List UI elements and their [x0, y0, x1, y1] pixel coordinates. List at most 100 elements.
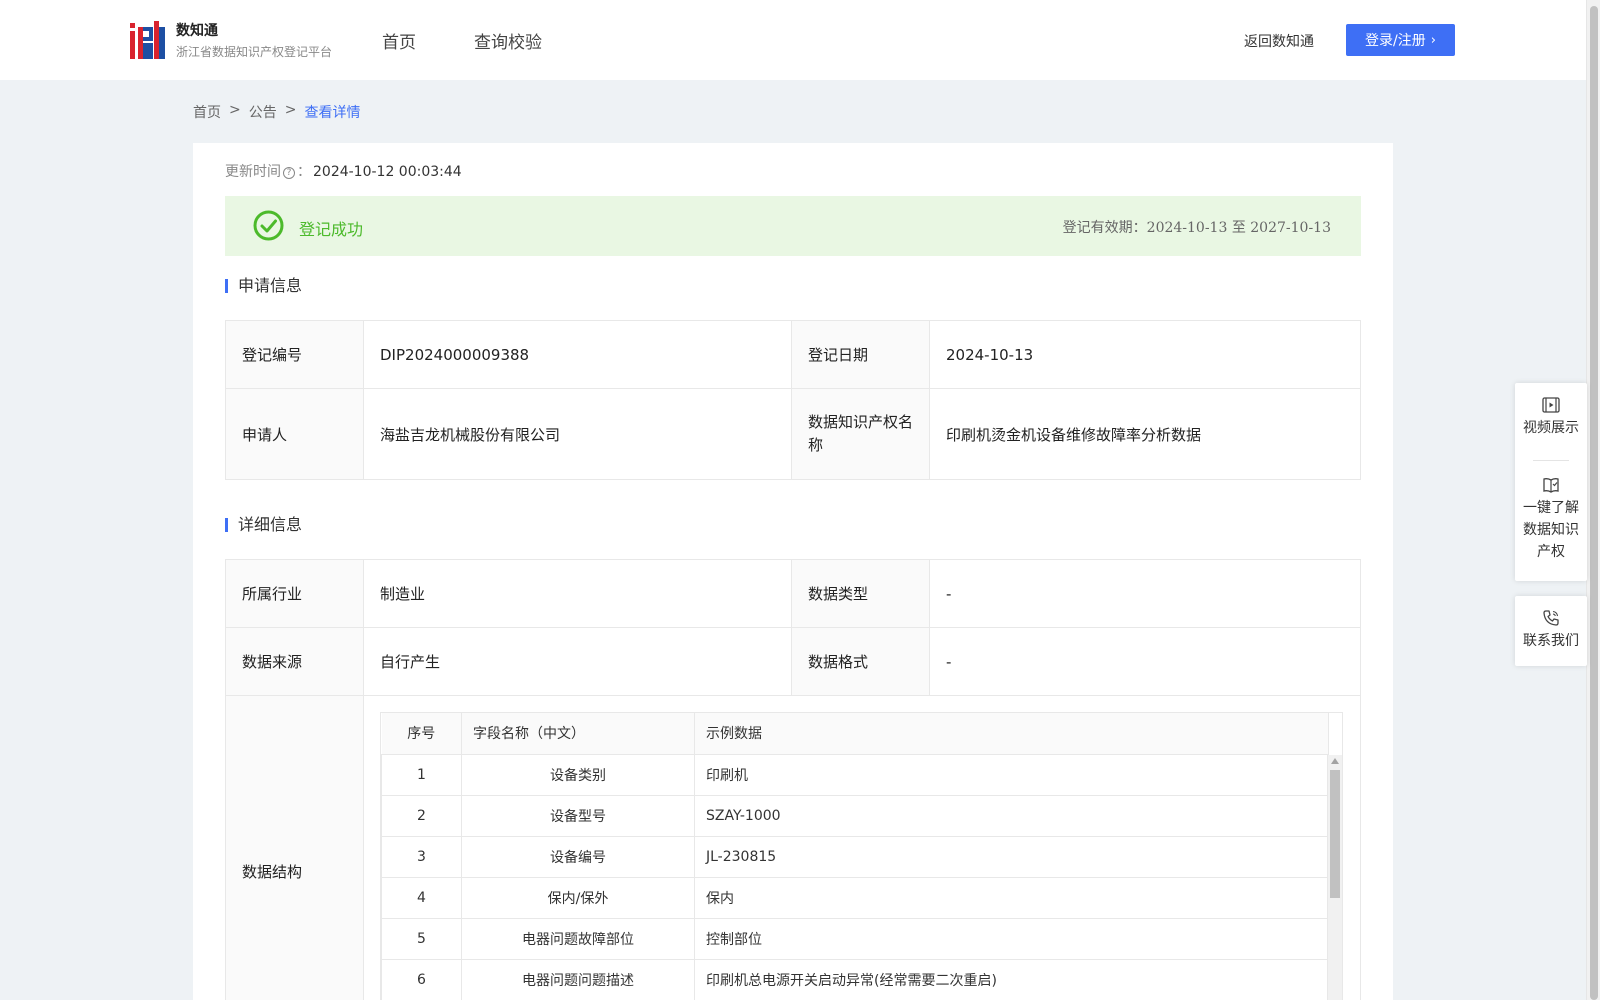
application-info-table: 登记编号 DIP2024000009388 登记日期 2024-10-13 申请…	[225, 320, 1361, 480]
row-example: 印刷机	[694, 753, 1329, 796]
row-field-name: 保内/保外	[461, 876, 695, 919]
video-icon	[1542, 397, 1560, 413]
reg-no-value: DIP2024000009388	[363, 320, 792, 389]
learn-ip-button[interactable]: 一键了解数据知识产权	[1515, 475, 1587, 563]
table-row: 登记编号 DIP2024000009388 登记日期 2024-10-13	[225, 320, 1361, 389]
book-icon	[1543, 478, 1559, 493]
row-field-name: 设备编号	[461, 835, 695, 878]
data-format-value: -	[929, 627, 1361, 696]
row-field-name: 电器问题问题描述	[461, 958, 695, 1000]
section-title-application: 申请信息	[225, 278, 302, 294]
breadcrumb-separator: >	[284, 102, 297, 118]
floating-help-panel: 视频展示 一键了解数据知识产权	[1515, 383, 1587, 581]
row-field-name: 设备类别	[461, 753, 695, 796]
breadcrumb-separator: >	[229, 102, 241, 118]
breadcrumb-current: 查看详情	[304, 105, 361, 121]
data-structure-label: 数据结构	[225, 695, 364, 1000]
structure-scrollbar-thumb[interactable]	[1330, 770, 1340, 898]
row-example: SZAY-1000	[694, 794, 1329, 837]
table-row: 3 设备编号 JL-230815	[381, 835, 1329, 878]
floating-contact-panel: 联系我们	[1515, 596, 1587, 666]
update-time-label: 更新时间	[225, 164, 281, 180]
col-header-example: 示例数据	[694, 713, 1329, 755]
row-no: 4	[381, 876, 462, 919]
check-circle-icon	[253, 210, 284, 241]
table-row: 数据来源 自行产生 数据格式 -	[225, 627, 1361, 696]
page-scrollbar-thumb[interactable]	[1590, 6, 1598, 1000]
update-time-value: 2024-10-12 00:03:44	[313, 164, 462, 180]
col-header-field-name: 字段名称（中文）	[461, 713, 695, 755]
breadcrumb-home[interactable]: 首页	[193, 102, 221, 122]
scroll-up-arrow-icon[interactable]	[1331, 758, 1339, 764]
nav-query-verify[interactable]: 查询校验	[474, 28, 542, 53]
detail-info-table: 所属行业 制造业 数据类型 - 数据来源 自行产生 数据格式 - 数据结构 序号…	[225, 559, 1361, 1000]
ip-name-label: 数据知识产权名称	[791, 388, 930, 480]
table-row: 所属行业 制造业 数据类型 -	[225, 559, 1361, 628]
update-time-colon: ：	[297, 164, 311, 180]
validity-dates: 2024-10-13 至 2027-10-13	[1146, 220, 1331, 236]
chevron-right-icon: ›	[1430, 32, 1436, 48]
structure-table-container[interactable]: 序号 字段名称（中文） 示例数据 1 设备类别 印刷机 2 设备型号 SZAY-…	[380, 712, 1343, 1000]
breadcrumb-announcement[interactable]: 公告	[249, 102, 277, 122]
nav-home[interactable]: 首页	[382, 28, 416, 53]
table-row: 1 设备类别 印刷机	[381, 753, 1329, 796]
ip-name-value: 印刷机烫金机设备维修故障率分析数据	[929, 388, 1361, 480]
row-no: 5	[381, 917, 462, 960]
row-example: 印刷机总电源开关启动异常(经常需要二次重启)	[694, 958, 1329, 1000]
row-no: 3	[381, 835, 462, 878]
page-scrollbar[interactable]	[1586, 0, 1600, 1000]
help-circle-icon[interactable]: ?	[283, 167, 295, 179]
update-time-row: 更新时间?： 2024-10-12 00:03:44	[225, 161, 462, 181]
video-showcase-button[interactable]: 视频展示	[1515, 395, 1587, 439]
applicant-label: 申请人	[225, 388, 364, 480]
phone-icon	[1543, 610, 1559, 626]
table-row: 数据结构 序号 字段名称（中文） 示例数据 1 设备类别 印刷机 2 设备型号 …	[225, 695, 1361, 1000]
login-register-button[interactable]: 登录/注册 ›	[1346, 24, 1455, 56]
applicant-value: 海盐吉龙机械股份有限公司	[363, 388, 792, 480]
row-no: 2	[381, 794, 462, 837]
table-row: 4 保内/保外 保内	[381, 876, 1329, 919]
table-row: 6 电器问题问题描述 印刷机总电源开关启动异常(经常需要二次重启)	[381, 958, 1329, 1000]
row-example: 保内	[694, 876, 1329, 919]
top-header: 数知通 浙江省数据知识产权登记平台 首页 查询校验 返回数知通 登录/注册 ›	[0, 0, 1586, 80]
logo-icon[interactable]	[130, 21, 166, 59]
row-field-name: 电器问题故障部位	[461, 917, 695, 960]
section-title-detail: 详细信息	[225, 517, 302, 533]
industry-label: 所属行业	[225, 559, 364, 628]
industry-value: 制造业	[363, 559, 792, 628]
col-header-no: 序号	[381, 713, 462, 755]
reg-date-value: 2024-10-13	[929, 320, 1361, 389]
contact-us-label: 联系我们	[1523, 633, 1579, 649]
login-register-label: 登录/注册	[1365, 33, 1426, 49]
data-type-label: 数据类型	[791, 559, 930, 628]
structure-table: 序号 字段名称（中文） 示例数据 1 设备类别 印刷机 2 设备型号 SZAY-…	[381, 713, 1329, 1000]
row-no: 6	[381, 958, 462, 1000]
data-source-value: 自行产生	[363, 627, 792, 696]
data-source-label: 数据来源	[225, 627, 364, 696]
table-row: 5 电器问题故障部位 控制部位	[381, 917, 1329, 960]
contact-us-button[interactable]: 联系我们	[1515, 608, 1587, 652]
status-text: 登记成功	[299, 220, 364, 239]
row-example: JL-230815	[694, 835, 1329, 878]
back-to-shuzhitong-link[interactable]: 返回数知通	[1244, 31, 1314, 51]
validity-period: 登记有效期：2024-10-13 至 2027-10-13	[1063, 217, 1331, 237]
side-panel-divider	[1533, 460, 1569, 461]
row-no: 1	[381, 753, 462, 796]
breadcrumb: 首页 > 公告 > 查看详情	[193, 102, 360, 122]
data-structure-cell: 序号 字段名称（中文） 示例数据 1 设备类别 印刷机 2 设备型号 SZAY-…	[363, 695, 1361, 1000]
detail-card: 更新时间?： 2024-10-12 00:03:44 登记成功 登记有效期：202…	[193, 143, 1393, 1000]
reg-no-label: 登记编号	[225, 320, 364, 389]
structure-table-scrollbar[interactable]	[1327, 755, 1342, 1000]
table-row: 2 设备型号 SZAY-1000	[381, 794, 1329, 837]
table-row: 申请人 海盐吉龙机械股份有限公司 数据知识产权名称 印刷机烫金机设备维修故障率分…	[225, 388, 1361, 480]
brand-name: 数知通	[176, 23, 218, 39]
row-example: 控制部位	[694, 917, 1329, 960]
structure-header-row: 序号 字段名称（中文） 示例数据	[381, 713, 1329, 755]
video-showcase-label: 视频展示	[1523, 420, 1579, 436]
learn-ip-label: 一键了解数据知识产权	[1523, 500, 1579, 560]
row-field-name: 设备型号	[461, 794, 695, 837]
brand-subtitle: 浙江省数据知识产权登记平台	[176, 45, 333, 59]
data-type-value: -	[929, 559, 1361, 628]
status-banner: 登记成功 登记有效期：2024-10-13 至 2027-10-13	[225, 196, 1361, 256]
validity-label: 登记有效期：	[1062, 220, 1147, 236]
